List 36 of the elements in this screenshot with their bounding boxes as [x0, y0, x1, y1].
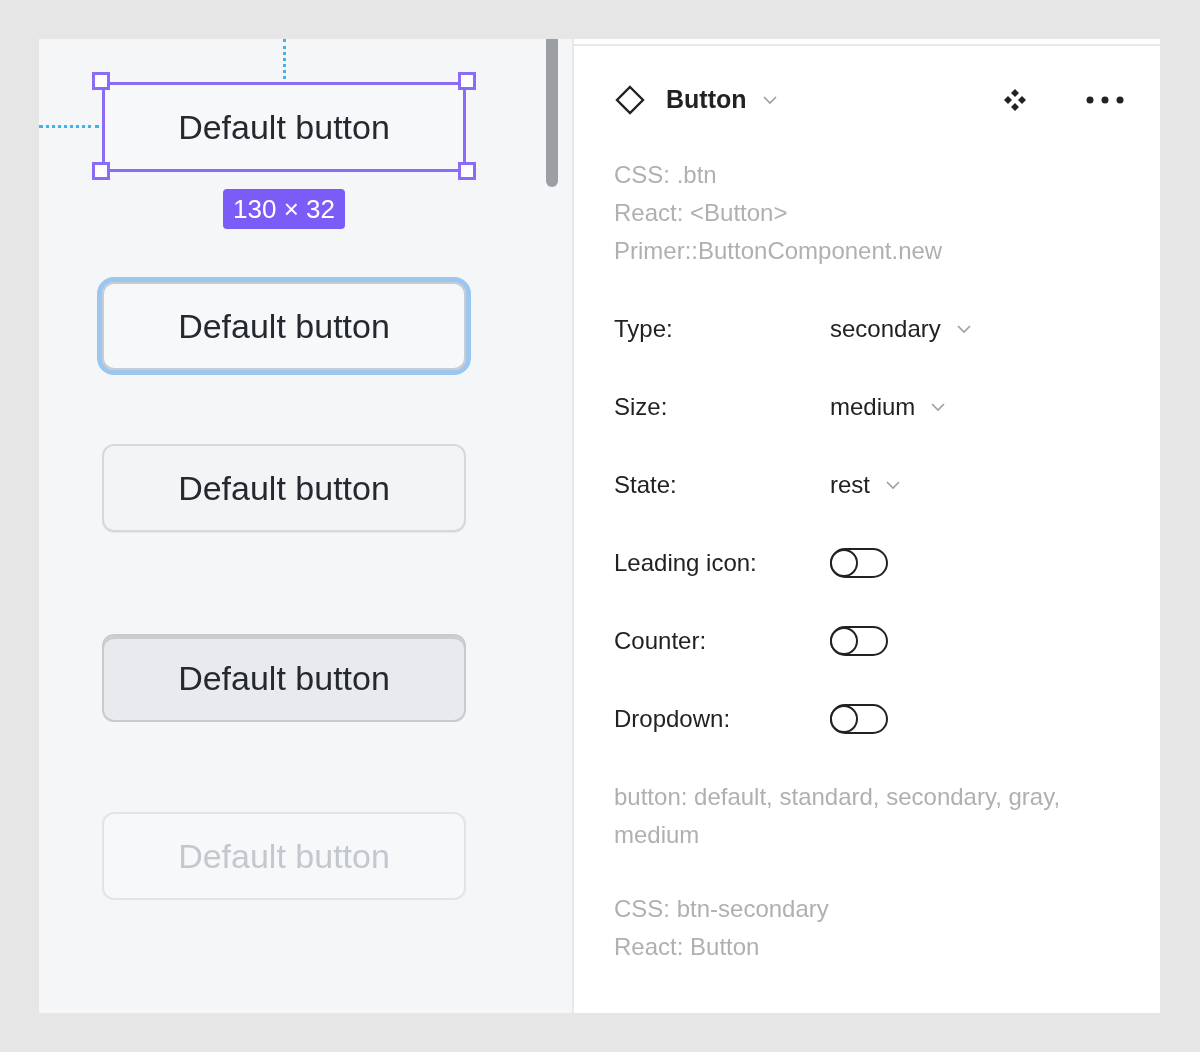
toggle-switch[interactable] [830, 626, 888, 656]
property-label: State: [614, 470, 678, 500]
spacing-guide [39, 125, 99, 128]
property-label: Size: [614, 392, 669, 422]
toggle-switch[interactable] [830, 704, 888, 734]
property-dropdown[interactable]: rest [830, 467, 900, 503]
property-dropdown[interactable]: secondary [830, 311, 971, 347]
component-instance-icon[interactable] [1002, 87, 1028, 113]
property-label: Leading icon: [614, 548, 758, 578]
resize-handle[interactable] [458, 72, 476, 90]
code-reference: CSS: btn-secondary [614, 894, 830, 924]
more-options-icon[interactable] [1086, 96, 1124, 104]
spacing-guide [283, 39, 286, 79]
diamond-icon [614, 84, 646, 116]
resize-handle[interactable] [92, 162, 110, 180]
chevron-down-icon [956, 324, 971, 334]
chevron-down-icon [762, 95, 777, 105]
code-reference: Primer::ButtonComponent.new [614, 236, 944, 266]
property-label: Type: [614, 314, 674, 344]
default-button[interactable]: Default button [102, 82, 466, 172]
resize-handle[interactable] [458, 162, 476, 180]
property-dropdown[interactable]: medium [830, 389, 946, 425]
size-badge: 130 × 32 [223, 189, 345, 229]
toggle-switch[interactable] [830, 548, 888, 578]
variant-description: button: default, standard, secondary, gray, medium [614, 782, 1062, 850]
chevron-down-icon [886, 480, 900, 490]
default-button[interactable]: Default button [102, 444, 466, 532]
property-label: Counter: [614, 626, 708, 656]
resize-handle[interactable] [92, 72, 110, 90]
property-label: Dropdown: [614, 704, 732, 734]
chevron-down-icon [931, 402, 946, 412]
default-button[interactable]: Default button [102, 634, 466, 722]
code-reference: CSS: .btn [614, 160, 718, 190]
code-reference: React: <Button> [614, 198, 789, 228]
component-name-dropdown[interactable]: Button [666, 81, 777, 119]
code-reference: React: Button [614, 932, 761, 962]
